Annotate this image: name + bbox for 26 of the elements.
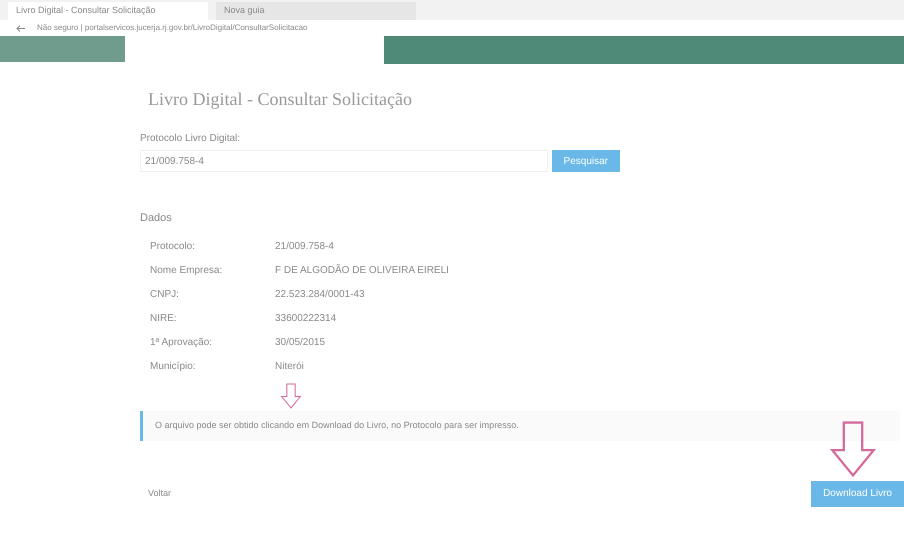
field-value: Niterói: [275, 360, 304, 374]
field-label: CNPJ:: [150, 288, 180, 302]
page-title: Livro Digital - Consultar Solicitação: [147, 88, 413, 111]
field-label: Município:: [150, 360, 197, 374]
back-link[interactable]: Voltar: [140, 486, 172, 500]
field-label: 1ª Aprovação:: [150, 336, 214, 350]
section-title: Dados: [140, 211, 173, 226]
protocol-input[interactable]: 21/009.758-4: [140, 150, 548, 172]
field-label: Protocolo:: [150, 240, 196, 254]
back-arrow-icon[interactable]: [16, 24, 25, 32]
browser-tab[interactable]: Livro Digital - Consultar Solicitação: [8, 2, 208, 20]
field-value: 33600222314: [275, 312, 336, 326]
address-bar[interactable]: Não seguro | portalservicos.jucerja.rj.gov.br/LivroDigital/ConsultarSolicitacao: [37, 22, 308, 34]
field-value: 30/05/2015: [275, 336, 326, 350]
browser-tab[interactable]: Nova guia: [216, 2, 416, 20]
download-button[interactable]: Download Livro: [811, 480, 904, 506]
search-button[interactable]: Pesquisar: [552, 150, 620, 172]
field-label: NIRE:: [150, 312, 178, 326]
field-value: 21/009.758-4: [275, 240, 334, 254]
down-arrow-icon: [830, 418, 876, 478]
field-label: Nome Empresa:: [150, 264, 224, 278]
down-arrow-icon: [280, 382, 302, 408]
field-label: Protocolo Livro Digital:: [140, 132, 242, 146]
info-message: O arquivo pode ser obtido clicando em Download do Livro, no Protocolo para ser impresso.: [140, 410, 900, 440]
field-value: F DE ALGODÃO DE OLIVEIRA EIRELI: [275, 263, 449, 278]
field-value: 22.523.284/0001-43: [275, 288, 365, 302]
